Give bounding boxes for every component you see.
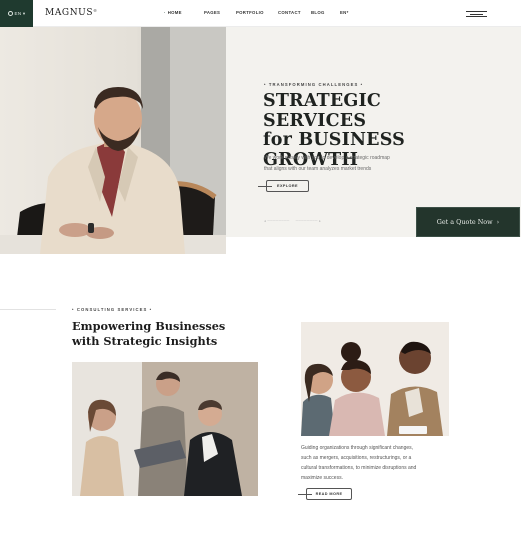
hero-tagline: • TRANSFORMING CHALLENGES • (264, 82, 364, 87)
slider-navigation[interactable]: ◂ ──────── ──────── ▸ (264, 219, 321, 223)
section-title: Empowering Businesses with Strategic Ins… (72, 319, 226, 348)
nav-blog[interactable]: BLOG (311, 10, 340, 15)
main-nav: · HOME PAGES PORTFOLIO CONTACT BLOG EN* (164, 10, 360, 15)
slider-next-icon[interactable]: ──────── ▸ (296, 219, 322, 223)
nav-portfolio[interactable]: PORTFOLIO (236, 10, 278, 15)
logo[interactable]: MAGNUS® (45, 8, 98, 18)
logo-text: MAGNUS (45, 8, 94, 18)
section-tagline: • CONSULTING SERVICES • (72, 307, 153, 312)
slider-prev-icon[interactable]: ◂ ──────── (264, 219, 290, 223)
section-description: Guiding organizations through significan… (301, 445, 417, 481)
section-divider (0, 309, 56, 310)
language-switcher[interactable]: EN ▾ (0, 0, 33, 27)
hamburger-menu-icon[interactable] (466, 11, 487, 17)
hero-image-businessman (0, 27, 226, 254)
globe-icon (7, 11, 13, 16)
language-label: EN ▾ (14, 10, 26, 16)
team-image (301, 322, 449, 436)
explore-button[interactable]: EXPLORE (258, 180, 309, 192)
nav-home[interactable]: · HOME (164, 10, 204, 15)
site-header: EN ▾ MAGNUS® · HOME PAGES PORTFOLIO CONTA… (0, 0, 521, 27)
nav-contact[interactable]: CONTACT (278, 10, 311, 15)
get-quote-button[interactable]: Get a Quote Now › (416, 207, 520, 237)
nav-language[interactable]: EN* (340, 10, 360, 15)
hero-description: We work closely with you to develop a st… (264, 155, 390, 172)
logo-mark: ® (93, 8, 98, 13)
chevron-right-icon: › (496, 218, 500, 226)
read-more-button[interactable]: READ MORE (298, 488, 352, 500)
nav-pages[interactable]: PAGES (204, 10, 236, 15)
meeting-image (72, 362, 258, 496)
